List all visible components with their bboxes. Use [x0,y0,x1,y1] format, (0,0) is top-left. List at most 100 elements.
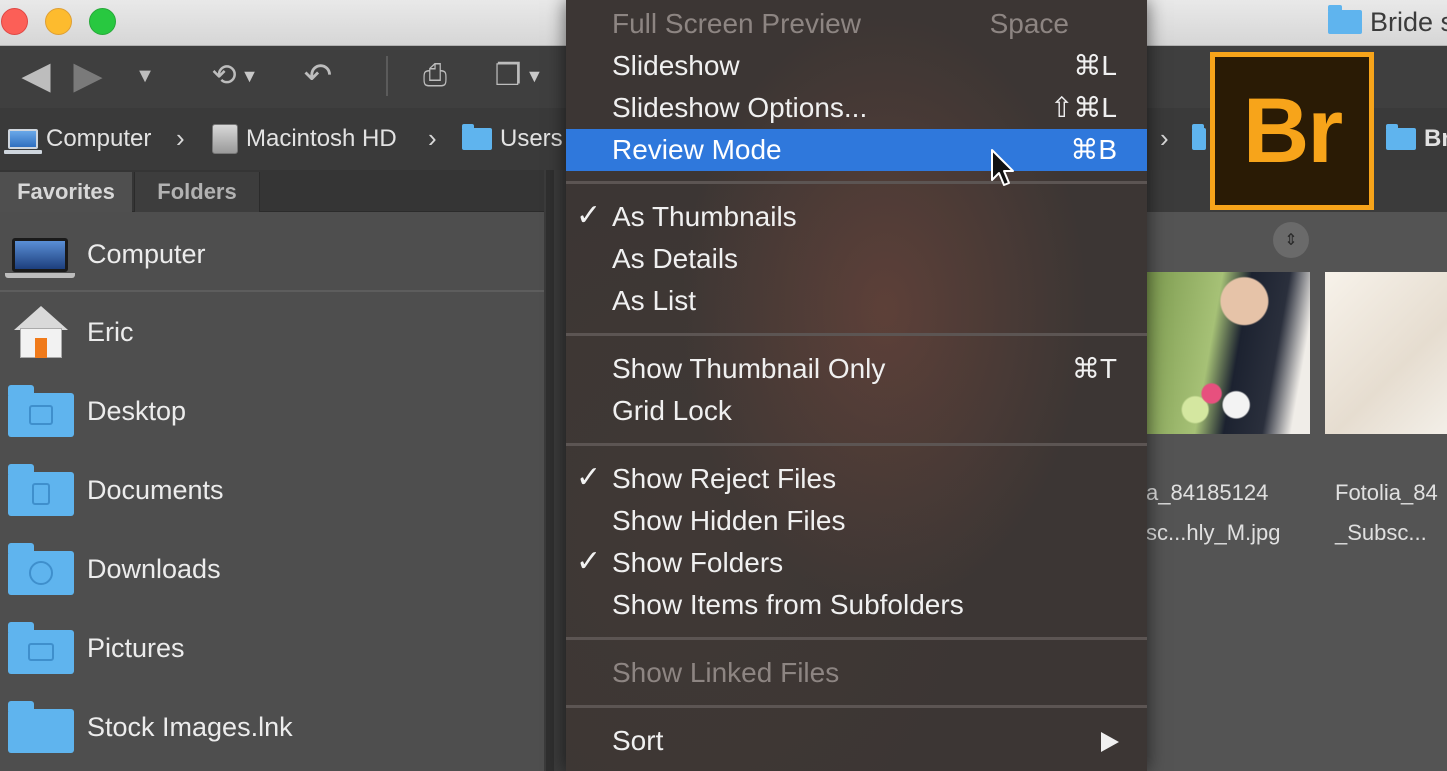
menu-item-grid-lock[interactable]: Grid Lock [566,390,1147,432]
window-title-text: Bride s [1370,6,1447,37]
folder-icon [8,699,74,755]
breadcrumb-users[interactable]: Users [462,122,563,156]
favorite-label: Computer [87,238,206,269]
favorite-label: Desktop [87,395,187,426]
menu-item-sort[interactable]: Sort [566,720,1147,762]
breadcrumb-current[interactable]: Br [1386,122,1447,156]
window-title: Bride s [1328,5,1447,38]
menu-item-slideshow[interactable]: Slideshow ⌘L [566,45,1147,87]
computer-icon [4,129,42,154]
thumbnail-filename: Fotolia_84 [1335,480,1438,505]
folder-icon [462,124,492,150]
favorite-item-computer[interactable]: Computer [0,224,544,284]
favorite-item-eric[interactable]: Eric [0,302,544,362]
breadcrumb-label: Macintosh HD [246,125,397,152]
menu-item-label: Show Hidden Files [612,505,846,536]
breadcrumb-computer[interactable]: Computer [4,122,152,156]
checkmark-icon: ✓ [576,199,602,232]
menu-separator [566,443,1147,446]
favorite-item-documents[interactable]: Documents [0,460,544,520]
forward-arrow-icon[interactable]: ▶ [66,54,110,98]
recent-dropdown-icon[interactable]: ▼ [128,54,162,98]
toolbar-separator [386,56,388,96]
favorite-label: Pictures [87,632,185,663]
favorite-item-downloads[interactable]: Downloads [0,539,544,599]
reveal-recent-icon[interactable]: ⟲ ▼ [200,54,270,98]
chevron-right-icon: › [428,123,437,153]
minimize-window-button[interactable] [45,8,72,35]
menu-item-shortcut: ⌘B [1070,134,1117,165]
menu-item-label: As List [612,285,697,316]
documents-folder-icon [8,462,74,518]
close-window-button[interactable] [1,8,28,35]
menu-item-as-list[interactable]: As List [566,280,1147,322]
panel-tabs: Favorites Folders [0,170,544,212]
menu-item-as-thumbnails[interactable]: ✓ As Thumbnails [566,196,1147,238]
laptop-icon [5,226,75,282]
menu-item-label: Slideshow Options... [612,92,868,123]
favorite-item-stock-images[interactable]: Stock Images.lnk [0,697,544,757]
favorite-label: Downloads [87,553,221,584]
submenu-arrow-icon [1101,732,1119,752]
breadcrumb-label: Users [500,125,563,152]
menu-item-label: Review Mode [612,134,782,165]
thumbnail-image-bride[interactable] [1146,272,1310,434]
menu-item-show-hidden-files[interactable]: Show Hidden Files [566,500,1147,542]
menu-item-review-mode[interactable]: Review Mode ⌘B [566,129,1147,171]
breadcrumb-label: Br [1424,125,1447,152]
menu-item-show-thumbnail-only[interactable]: Show Thumbnail Only ⌘T [566,348,1147,390]
zoom-window-button[interactable] [89,8,116,35]
checkmark-icon: ✓ [576,461,602,494]
desktop-folder-icon [8,383,74,439]
breadcrumb-macintosh-hd[interactable]: Macintosh HD [212,122,397,156]
bridge-logo: Br [1210,52,1374,210]
menu-item-show-reject-files[interactable]: ✓ Show Reject Files [566,458,1147,500]
thumbnail-filename: _Subsc... [1335,520,1427,545]
pictures-folder-icon [8,620,74,676]
favorite-label: Eric [87,316,134,347]
thumbnail-size-handle-icon[interactable]: ⇕ [1273,222,1309,258]
menu-item-slideshow-options[interactable]: Slideshow Options... ⇧⌘L [566,87,1147,129]
menu-item-label: As Thumbnails [612,201,797,232]
rotate-icon[interactable]: ↶ [298,54,338,98]
menu-item-as-details[interactable]: As Details [566,238,1147,280]
menu-item-label: Show Items from Subfolders [612,589,964,620]
menu-item-label: Show Folders [612,547,784,578]
menu-item-shortcut: ⌘T [1071,353,1117,384]
favorite-label: Stock Images.lnk [87,711,293,742]
menu-item-shortcut: ⇧⌘L [1049,92,1117,123]
view-menu: Full Screen Preview Space Slideshow ⌘L S… [566,0,1147,771]
favorite-item-desktop[interactable]: Desktop [0,381,544,441]
thumbnail-image[interactable] [1325,272,1447,434]
menu-item-show-linked-files[interactable]: Show Linked Files [566,652,1147,694]
menu-item-show-items-from-subfolders[interactable]: Show Items from Subfolders [566,584,1147,626]
favorites-divider [0,290,544,292]
breadcrumb-partial[interactable] [1192,122,1206,156]
menu-item-label: Grid Lock [612,395,732,426]
folder-icon [1328,5,1362,34]
back-arrow-icon[interactable]: ◀ [14,54,58,98]
menu-item-full-screen-preview[interactable]: Full Screen Preview Space [566,3,1147,45]
bridge-window: Bride s ◀ ▶ ▼ ⟲ ▼ ↶ ⎙ ❐ ▼ Computer › Macin… [0,0,1447,771]
favorite-label: Documents [87,474,224,505]
favorite-item-pictures[interactable]: Pictures [0,618,544,678]
thumbnail-filename: a_84185124 [1146,480,1269,505]
menu-item-show-folders[interactable]: ✓ Show Folders [566,542,1147,584]
tab-folders[interactable]: Folders [134,172,260,212]
favorites-panel: Computer Eric Desktop Documents Download… [0,212,544,771]
camera-import-icon[interactable]: ⎙ [408,54,462,98]
breadcrumb-label: Computer [46,125,152,152]
menu-separator [566,333,1147,336]
mouse-cursor-icon [991,149,1014,186]
menu-item-label: Full Screen Preview [612,8,861,39]
menu-item-label: Show Linked Files [612,657,840,688]
menu-item-label: Show Reject Files [612,463,837,494]
menu-separator [566,181,1147,184]
checkmark-icon: ✓ [576,545,602,578]
thumbnail-filename: sc...hly_M.jpg [1146,520,1281,545]
panel-splitter[interactable] [546,170,554,771]
chevron-right-icon: › [1160,123,1169,153]
menu-separator [566,637,1147,640]
output-icon[interactable]: ❐ ▼ [484,54,554,98]
tab-favorites[interactable]: Favorites [0,172,132,212]
